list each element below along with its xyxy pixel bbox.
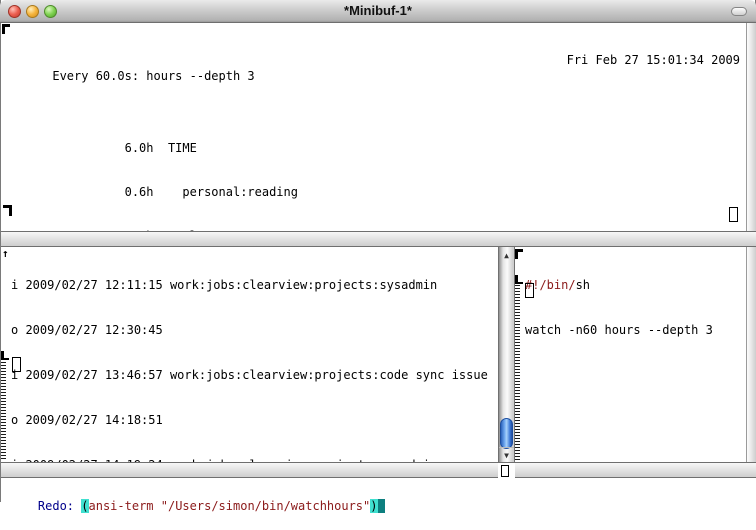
command-line: watch -n60 hours --depth 3	[525, 322, 746, 339]
buffer-end-corner-icon	[3, 205, 12, 216]
modeline-ansi-term[interactable]: -u:** *ansi-term* All (13,101) (Term: ch…	[1, 231, 756, 247]
shebang-line: #!/bin/sh	[525, 277, 746, 294]
minibuffer-cursor	[378, 499, 385, 513]
report-line: 0.6h personal:reading	[9, 184, 746, 200]
buffer-top-corner-icon	[2, 24, 10, 34]
timelog-hollow-cursor	[12, 357, 21, 372]
script-scrollbar-track[interactable]	[746, 247, 756, 462]
emacs-window: *Minibuf-1* Every 60.0s: hours --depth 3…	[0, 0, 756, 502]
timelog-entry: i 2009/02/27 12:11:15 work:jobs:clearvie…	[11, 277, 498, 294]
modeline-watchhours[interactable]: --:-- watchhours All (3,0)------------	[515, 462, 756, 478]
watch-header: Every 60.0s: hours --depth 3 Fri Feb 27 …	[9, 52, 746, 68]
minibuffer-sexp: ansi-term "/Users/simon/bin/watchhours"	[89, 499, 371, 513]
timelog-entry: o 2009/02/27 14:18:51	[11, 412, 498, 429]
timelog-entry: i 2009/02/27 13:46:57 work:jobs:clearvie…	[11, 367, 498, 384]
up-arrow-icon: ↑	[2, 248, 9, 260]
watch-command-text: Every 60.0s: hours --depth 3	[52, 69, 254, 83]
timelog-scrollbar[interactable]: ▲ ▼	[498, 247, 515, 462]
scrollbar-thumb[interactable]	[500, 418, 513, 449]
empty-lines-hatch	[1, 362, 6, 460]
scroll-up-icon[interactable]: ▲	[499, 248, 514, 263]
buffer-end-corner-icon	[515, 275, 523, 284]
timelog-pane[interactable]: i 2009/02/27 12:11:15 work:jobs:clearvie…	[1, 247, 498, 462]
window-title: *Minibuf-1*	[0, 3, 756, 18]
buffer-end-corner-icon	[1, 351, 9, 360]
script-pane[interactable]: #!/bin/sh watch -n60 hours --depth 3	[515, 247, 746, 462]
blank-line	[9, 96, 746, 112]
modeline-timelog[interactable]: --:-- current.timelog Bot (3726,0) darcs…	[1, 462, 498, 478]
terminal-hollow-cursor	[729, 207, 738, 222]
report-line: 6.0h TIME	[9, 140, 746, 156]
timelog-entry: o 2009/02/27 12:30:45	[11, 322, 498, 339]
modeline-gap	[498, 462, 515, 478]
buffer-top-corner-icon	[515, 249, 523, 259]
minibuffer-prompt: Redo:	[38, 499, 81, 513]
title-bar[interactable]: *Minibuf-1*	[0, 0, 756, 23]
modeline-gap-box	[501, 465, 509, 477]
term-scrollbar-track[interactable]	[746, 23, 756, 231]
empty-lines-hatch	[515, 285, 520, 460]
paren-match-close: )	[370, 499, 377, 513]
ansi-term-pane[interactable]: Every 60.0s: hours --depth 3 Fri Feb 27 …	[1, 23, 746, 231]
watch-timestamp: Fri Feb 27 15:01:34 2009	[567, 52, 740, 68]
script-hollow-cursor	[525, 283, 534, 298]
paren-match-open: (	[81, 499, 88, 513]
scroll-down-icon[interactable]: ▼	[499, 447, 514, 462]
minibuffer[interactable]: Redo: (ansi-term "/Users/simon/bin/watch…	[1, 478, 756, 502]
toolbar-pill-button[interactable]	[731, 7, 747, 16]
shebang-interp: sh	[576, 278, 590, 292]
